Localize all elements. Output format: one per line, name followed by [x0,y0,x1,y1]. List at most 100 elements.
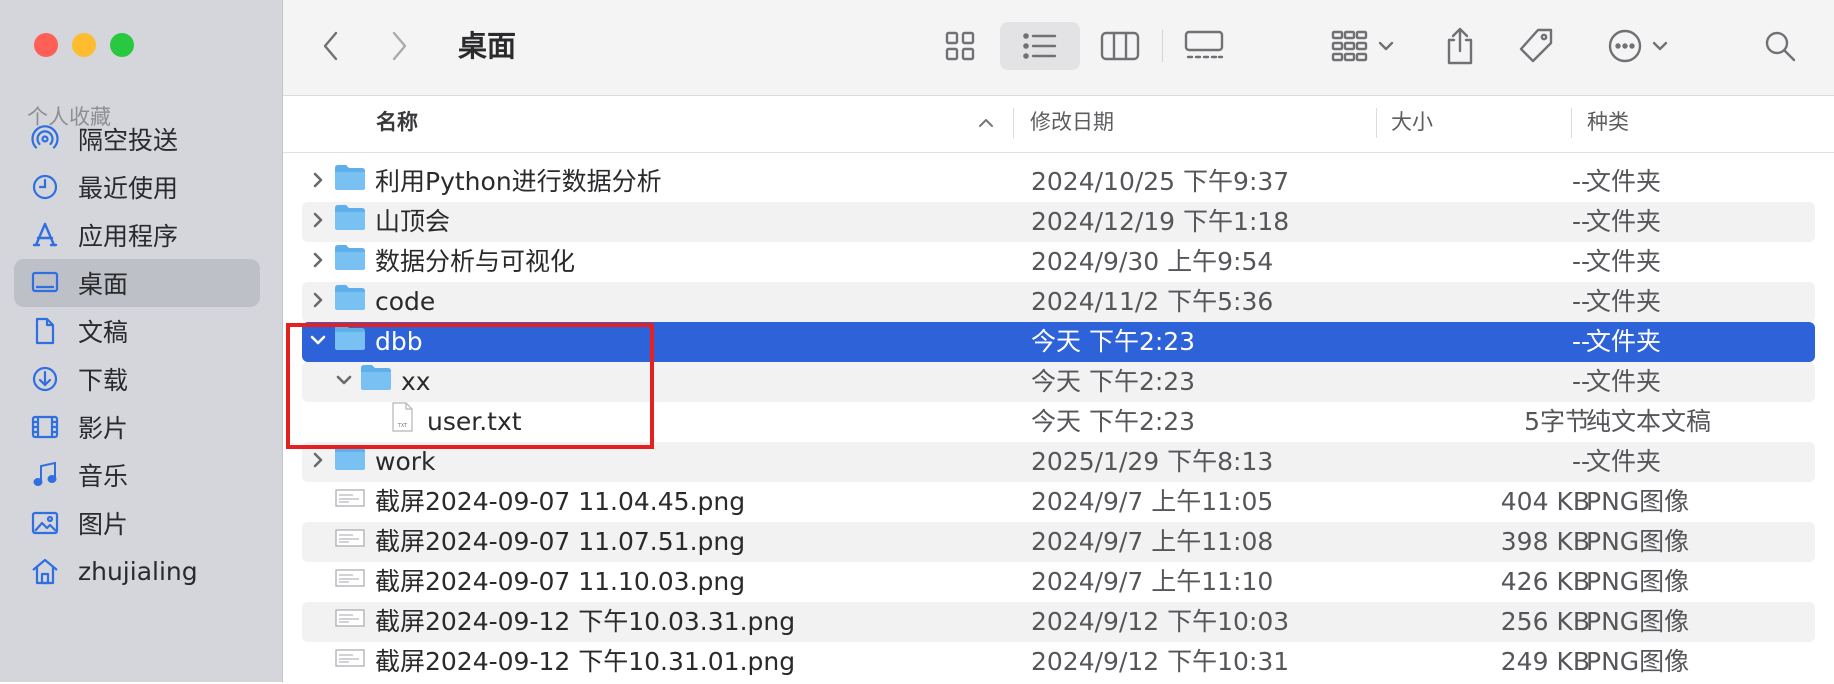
forward-button[interactable] [381,22,417,70]
share-button[interactable] [1435,22,1485,70]
modified-date: 2024/9/7 上午11:10 [1031,567,1274,596]
file-name: code [375,287,436,316]
file-row[interactable]: 截屏2024-09-07 11.10.03.png 2024/9/7 上午11:1… [302,562,1815,602]
clock-icon [28,172,62,202]
modified-date: 今天 下午2:23 [1031,367,1196,396]
modified-date: 2024/11/2 下午5:36 [1031,287,1274,316]
folder-row[interactable]: xx 今天 下午2:23 -- 文件夹 [302,362,1815,402]
file-kind: 文件夹 [1586,207,1662,236]
folder-icon [333,162,367,192]
sidebar-item-9[interactable]: zhujialing [14,547,260,595]
file-size: 249 KB [1500,647,1590,676]
folder-row[interactable]: dbb 今天 下午2:23 -- 文件夹 [302,322,1815,362]
file-kind: 文件夹 [1586,447,1662,476]
file-row[interactable]: 截屏2024-09-12 下午10.03.31.png 2024/9/12 下午1… [302,602,1815,642]
file-name: user.txt [427,407,522,436]
file-size: 426 KB [1500,567,1590,596]
column-separator[interactable] [1013,108,1014,138]
sidebar-item-0[interactable]: 隔空投送 [14,115,260,163]
column-size[interactable]: 大小 [1391,96,1433,148]
file-row[interactable]: 截屏2024-09-07 11.07.51.png 2024/9/7 上午11:0… [302,522,1815,562]
grid-icon [945,31,975,61]
folder-row[interactable]: 山顶会 2024/12/19 下午1:18 -- 文件夹 [302,202,1815,242]
list-view-button[interactable] [1000,22,1080,70]
file-name: 截屏2024-09-12 下午10.03.31.png [375,607,796,636]
file-name: 截屏2024-09-07 11.10.03.png [375,567,746,596]
sort-ascending-icon[interactable] [978,96,994,167]
photo-icon [28,508,62,538]
column-name[interactable]: 名称 [376,96,418,148]
column-kind[interactable]: 种类 [1587,96,1629,148]
file-size: 398 KB [1500,527,1590,556]
sidebar-item-4[interactable]: 文稿 [14,307,260,355]
home-icon [28,556,62,586]
disclosure-collapsed-icon[interactable] [308,202,328,228]
sidebar-item-7[interactable]: 音乐 [14,451,260,499]
tag-icon [1519,28,1553,63]
icon-view-button[interactable] [923,22,997,70]
folder-row[interactable]: code 2024/11/2 下午5:36 -- 文件夹 [302,282,1815,322]
more-actions-button[interactable] [1598,22,1678,70]
sidebar-item-2[interactable]: 应用程序 [14,211,260,259]
sidebar-item-label: 最近使用 [78,174,179,203]
sidebar-item-8[interactable]: 图片 [14,499,260,547]
file-row[interactable]: 截屏2024-09-07 11.04.45.png 2024/9/7 上午11:0… [302,482,1815,522]
sidebar-item-1[interactable]: 最近使用 [14,163,260,211]
file-name: 数据分析与可视化 [375,247,576,276]
file-name: work [375,447,436,476]
disclosure-collapsed-icon[interactable] [308,442,328,468]
chevron-left-icon [323,31,338,61]
folder-icon [333,322,367,352]
folder-row[interactable]: work 2025/1/29 下午8:13 -- 文件夹 [302,442,1815,482]
modified-date: 2024/12/19 下午1:18 [1031,207,1290,236]
file-row[interactable]: TXT user.txt 今天 下午2:23 5字节 纯文本文稿 [302,402,1815,442]
text-file-icon: TXT [385,402,419,432]
sidebar-item-label: 影片 [78,414,129,443]
sidebar-item-5[interactable]: 下载 [14,355,260,403]
zoom-button[interactable] [110,33,134,57]
folder-row[interactable]: 利用Python进行数据分析 2024/10/25 下午9:37 -- 文件夹 [302,162,1815,202]
file-size: 404 KB [1500,487,1590,516]
sidebar-item-6[interactable]: 影片 [14,403,260,451]
disclosure-expanded-icon[interactable] [334,362,354,385]
column-separator[interactable] [1571,108,1572,138]
tag-button[interactable] [1511,22,1561,70]
file-name: xx [401,367,431,396]
document-icon [28,316,62,346]
sidebar-item-label: 桌面 [78,270,129,299]
disclosure-collapsed-icon[interactable] [308,162,328,188]
back-button[interactable] [313,22,349,70]
file-kind: 纯文本文稿 [1586,407,1712,436]
folder-row[interactable]: 数据分析与可视化 2024/9/30 上午9:54 -- 文件夹 [302,242,1815,282]
disclosure-collapsed-icon[interactable] [308,282,328,308]
folder-icon [359,362,393,392]
sidebar-item-label: zhujialing [78,556,198,586]
search-button[interactable] [1755,22,1805,70]
gallery-view-button[interactable] [1167,22,1241,70]
list-icon [1023,33,1057,59]
modified-date: 2025/1/29 下午8:13 [1031,447,1274,476]
gallery-icon [1184,30,1224,59]
file-kind: 文件夹 [1586,367,1662,396]
disclosure-expanded-icon[interactable] [308,322,328,345]
sidebar-item-3[interactable]: 桌面 [14,259,260,307]
modified-date: 2024/9/12 下午10:03 [1031,607,1290,636]
film-icon [28,412,62,442]
file-kind: 文件夹 [1586,247,1662,276]
file-name: 山顶会 [375,207,451,236]
applications-icon [28,220,62,250]
disclosure-collapsed-icon[interactable] [308,242,328,268]
file-name: dbb [375,327,423,356]
group-by-button[interactable] [1323,22,1403,70]
close-button[interactable] [34,33,58,57]
ellipsis-circle-icon [1608,29,1642,63]
file-size: 256 KB [1500,607,1590,636]
file-name: 截屏2024-09-12 下午10.31.01.png [375,647,796,676]
minimize-button[interactable] [72,33,96,57]
column-separator[interactable] [1376,108,1377,138]
column-view-button[interactable] [1083,22,1157,70]
folder-icon [333,282,367,312]
file-row[interactable]: 截屏2024-09-12 下午10.31.01.png 2024/9/12 下午1… [302,642,1815,682]
file-list: 利用Python进行数据分析 2024/10/25 下午9:37 -- 文件夹山顶会 2… [302,162,1815,682]
column-date[interactable]: 修改日期 [1030,96,1114,148]
